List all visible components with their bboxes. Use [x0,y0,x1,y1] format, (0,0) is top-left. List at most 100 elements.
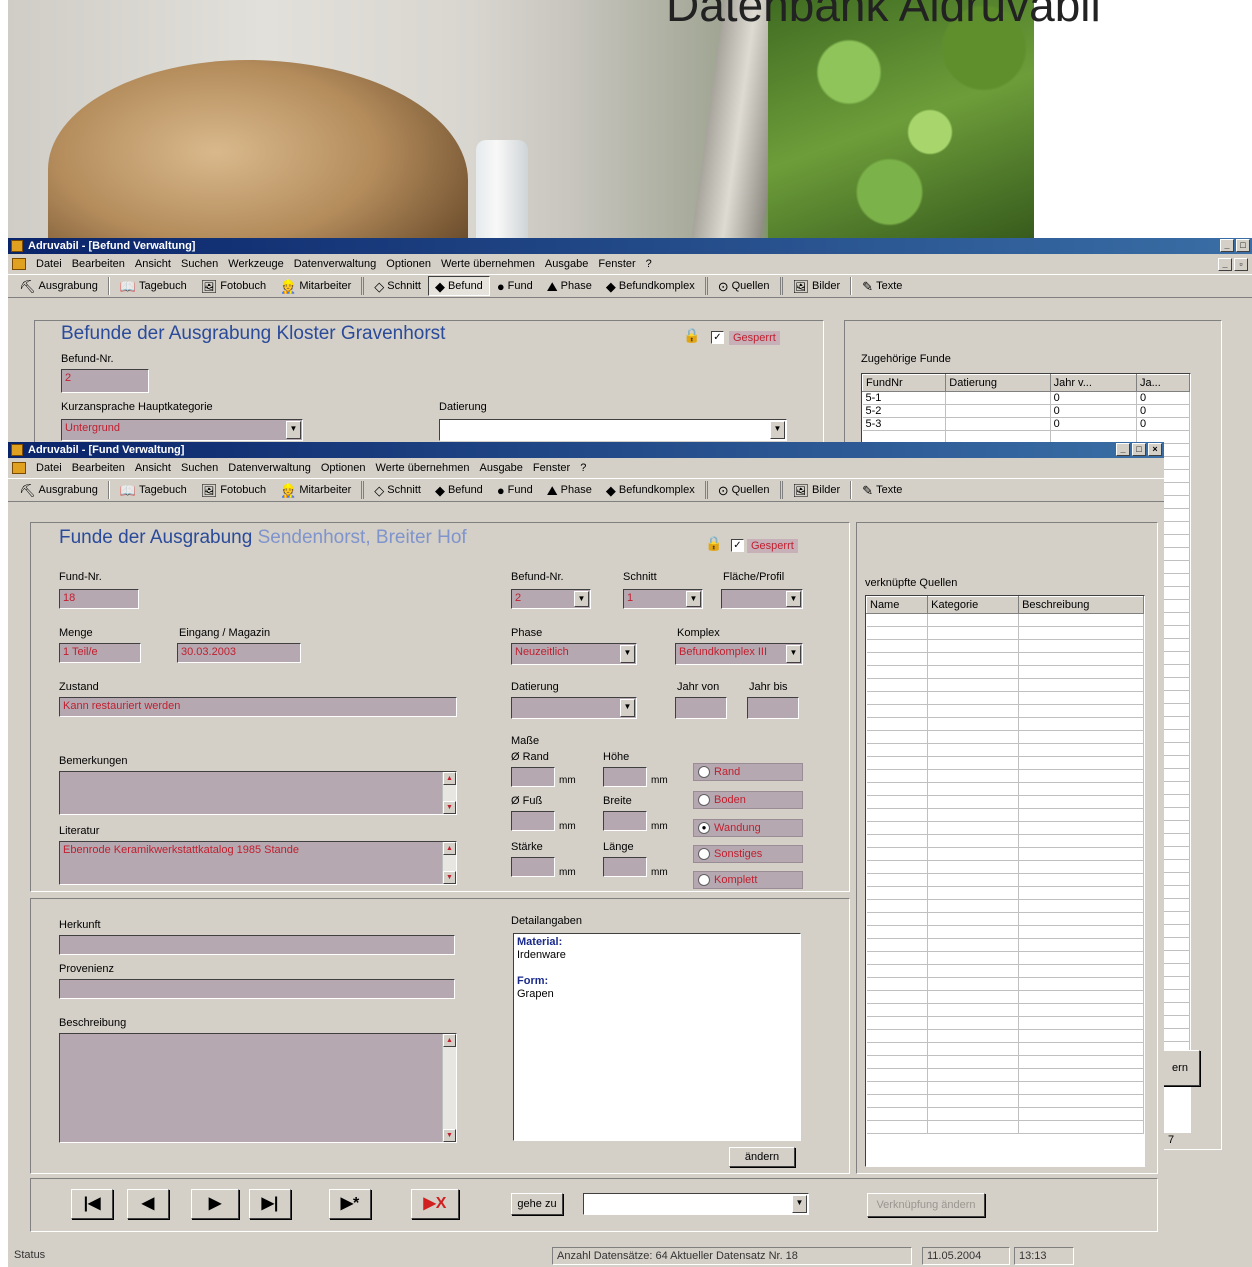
menu-item-8[interactable]: Fenster [533,462,570,474]
radio-wandung[interactable]: ● Wandung [693,819,803,837]
beschreibung-scrollbar[interactable]: ▲ ▼ [442,1034,456,1142]
chevron-down-icon[interactable]: ▼ [620,645,635,663]
toolbar-button-7[interactable]: ⛰ Phase [540,480,599,500]
flaeche-select[interactable]: ▼ [721,589,803,609]
chevron-down-icon[interactable]: ▼ [574,591,589,607]
menu-item-9[interactable]: Fenster [598,258,635,270]
staerke-field[interactable] [511,857,555,877]
komplex-select[interactable]: Befundkomplex III ▼ [675,643,803,665]
menu-item-5[interactable]: Datenverwaltung [294,258,377,270]
scroll-down-arrow[interactable]: ▼ [443,801,456,814]
radio-rand[interactable]: Rand [693,763,803,781]
hoehe-field[interactable] [603,767,647,787]
fuss-field[interactable] [511,811,555,831]
menu-item-4[interactable]: Datenverwaltung [228,462,311,474]
menu-item-10[interactable]: ? [646,258,652,270]
toolbar-button-6[interactable]: ● Fund [490,480,540,500]
toolbar-button-2[interactable]: 🖼 Fotobuch [194,480,273,500]
toolbar-button-3[interactable]: 👷 Mitarbeiter [273,276,358,296]
column-header[interactable]: FundNr [862,374,947,392]
toolbar-button-8[interactable]: ◆ Befundkomplex [599,276,702,296]
next-record-button[interactable]: ▶| [249,1189,291,1219]
previous-record-button[interactable]: ◀ [127,1189,169,1219]
menu-item-1[interactable]: Bearbeiten [72,258,125,270]
befund-nr-field[interactable]: 2 [61,369,149,393]
first-record-button[interactable]: |◀ [71,1189,113,1219]
literatur-scrollbar[interactable]: ▲ ▼ [442,842,456,884]
radio-komplett[interactable]: Komplett [693,871,803,889]
befund-nr-select[interactable]: 2 ▼ [511,589,591,609]
column-header[interactable]: Beschreibung [1018,596,1144,614]
bemerkungen-scrollbar[interactable]: ▲ ▼ [442,772,456,814]
datierung-select[interactable]: ▼ [511,697,637,719]
herkunft-field[interactable] [59,935,455,955]
radio-sonstiges[interactable]: Sonstiges [693,845,803,863]
scroll-down-arrow[interactable]: ▼ [443,1129,456,1142]
menu-item-7[interactable]: Ausgabe [479,462,522,474]
fund-nr-field[interactable]: 18 [59,589,139,609]
column-header[interactable]: Ja... [1135,374,1190,392]
toolbar-button-0[interactable]: ⛏ Ausgrabung [12,480,105,500]
chevron-down-icon[interactable]: ▼ [686,591,701,607]
toolbar-button-7[interactable]: ⛰ Phase [540,276,599,296]
minimize-button[interactable]: _ [1116,443,1130,456]
gesperrt-checkbox[interactable]: ✓ [731,539,744,552]
goto-select[interactable]: ▼ [583,1193,809,1215]
chevron-down-icon[interactable]: ▼ [786,645,801,663]
table-row[interactable]: 5-3 0 0 [862,417,1190,431]
scroll-up-arrow[interactable]: ▲ [443,772,456,785]
scroll-up-arrow[interactable]: ▲ [443,1034,456,1047]
goto-button[interactable]: gehe zu [511,1193,563,1215]
chevron-down-icon[interactable]: ▼ [786,591,801,607]
menge-field[interactable]: 1 Teil/e [59,643,141,663]
chevron-down-icon[interactable]: ▼ [770,421,785,439]
new-record-button[interactable]: ▶* [329,1189,371,1219]
eingang-field[interactable]: 30.03.2003 [177,643,301,663]
menu-item-2[interactable]: Ansicht [135,258,171,270]
menu-item-2[interactable]: Ansicht [135,462,171,474]
child-minimize-button[interactable]: _ [1218,257,1232,271]
phase-select[interactable]: Neuzeitlich ▼ [511,643,637,665]
toolbar-button-2[interactable]: 🖼 Fotobuch [194,276,273,296]
toolbar-button-9[interactable]: ⊙ Quellen [711,480,777,500]
column-header[interactable]: Name [866,596,929,614]
toolbar-button-11[interactable]: ✎ Texte [855,480,909,500]
literatur-field[interactable]: Ebenrode Keramikwerkstattkatalog 1985 St… [59,841,457,885]
laenge-field[interactable] [603,857,647,877]
close-button[interactable]: × [1148,443,1162,456]
child-restore-button[interactable]: ▫ [1234,257,1248,271]
menu-item-6[interactable]: Werte übernehmen [376,462,470,474]
toolbar-button-6[interactable]: ● Fund [490,276,540,296]
aendern-button[interactable]: ändern [729,1147,795,1167]
menu-item-1[interactable]: Bearbeiten [72,462,125,474]
table-row[interactable]: 5-1 0 0 [862,391,1190,405]
beschreibung-field[interactable]: ▲ ▼ [59,1033,457,1143]
toolbar-button-1[interactable]: 📖 Tagebuch [113,480,194,500]
toolbar-button-4[interactable]: ◇ Schnitt [367,480,428,500]
breite-field[interactable] [603,811,647,831]
jahr-von-field[interactable] [675,697,727,719]
toolbar-button-0[interactable]: ⛏ Ausgrabung [12,276,105,296]
jahr-bis-field[interactable] [747,697,799,719]
quellen-grid[interactable]: Name Kategorie Beschreibung [865,595,1145,1167]
gesperrt-checkbox[interactable]: ✓ [711,331,724,344]
detailangaben-box[interactable]: Material: Irdenware Form: Grapen [513,933,801,1141]
menu-item-9[interactable]: ? [580,462,586,474]
maximize-button[interactable]: □ [1132,443,1146,456]
toolbar-button-3[interactable]: 👷 Mitarbeiter [273,480,358,500]
bemerkungen-field[interactable]: ▲ ▼ [59,771,457,815]
zustand-field[interactable]: Kann restauriert werden [59,697,457,717]
toolbar-button-10[interactable]: 🖼 Bilder [786,480,848,500]
column-header[interactable]: Kategorie [927,596,1020,614]
maximize-button[interactable]: □ [1236,239,1250,252]
menu-item-3[interactable]: Suchen [181,258,218,270]
column-header[interactable]: Datierung [945,374,1051,392]
kurzansprache-select[interactable]: Untergrund ▼ [61,419,303,441]
provenienz-field[interactable] [59,979,455,999]
radio-boden[interactable]: Boden [693,791,803,809]
rand-field[interactable] [511,767,555,787]
scroll-up-arrow[interactable]: ▲ [443,842,456,855]
play-button[interactable]: ▶ [191,1189,239,1219]
menu-item-7[interactable]: Werte übernehmen [441,258,535,270]
menu-item-8[interactable]: Ausgabe [545,258,588,270]
